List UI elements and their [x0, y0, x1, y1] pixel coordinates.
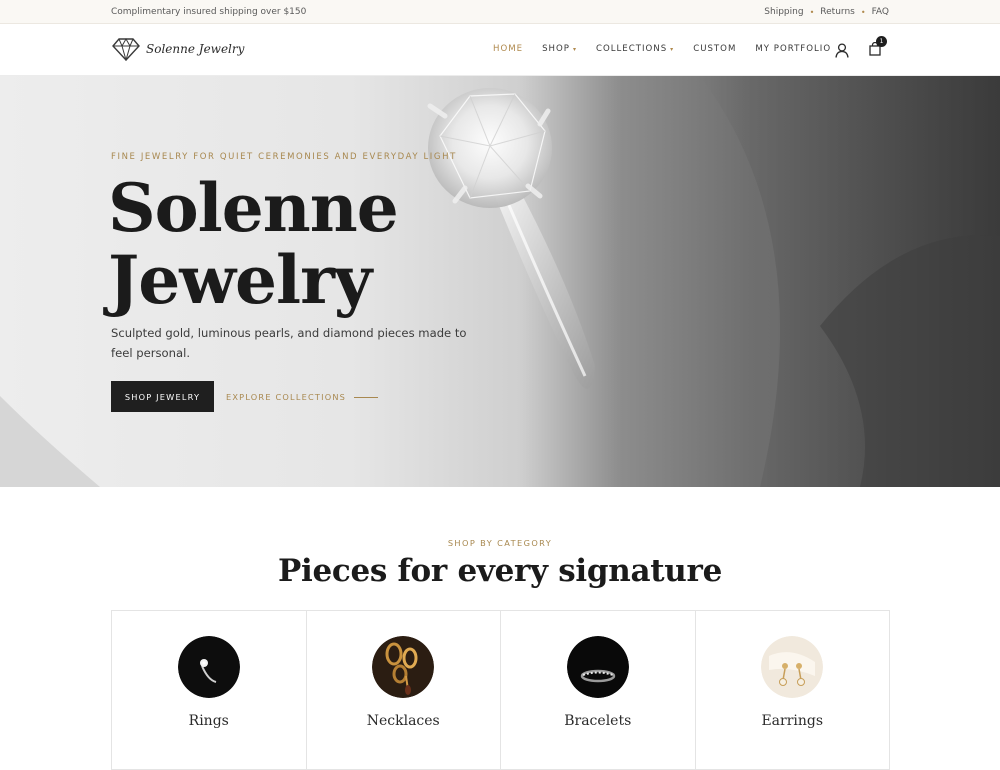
returns-link[interactable]: Returns — [820, 7, 855, 17]
brand-name: Solenne Jewelry — [146, 42, 245, 56]
category-label: Bracelets — [564, 713, 632, 729]
utility-links: Shipping • Returns • FAQ — [764, 7, 889, 17]
category-section-title: Pieces for every signature — [277, 553, 723, 589]
earrings-thumbnail — [761, 636, 824, 698]
category-card-earrings[interactable]: Earrings — [696, 611, 890, 769]
category-label: Rings — [188, 713, 229, 729]
main-nav: HOME SHOP ▾ COLLECTIONS ▾ CUSTOM MY PORTFO… — [493, 44, 831, 54]
separator: • — [860, 7, 866, 17]
explore-collections-link[interactable]: EXPLORE COLLECTIONS — [226, 392, 379, 402]
shop-jewelry-button[interactable]: SHOP JEWELRY — [111, 381, 214, 412]
cart-button[interactable]: 1 — [869, 36, 887, 60]
category-grid: Rings Necklaces Bracelets Earrings — [111, 610, 890, 770]
site-header: Solenne Jewelry HOME SHOP ▾ COLLECTIONS ▾ … — [0, 24, 1000, 76]
bracelets-thumbnail — [566, 636, 629, 698]
shipping-link[interactable]: Shipping — [764, 7, 803, 17]
category-label: Necklaces — [366, 713, 440, 729]
nav-my-portfolio[interactable]: MY PORTFOLIO — [755, 44, 831, 54]
diamond-icon — [112, 37, 140, 61]
necklaces-thumbnail — [372, 636, 435, 698]
nav-shop-label: SHOP — [542, 44, 570, 54]
user-icon[interactable] — [835, 43, 849, 58]
rings-thumbnail — [177, 636, 240, 698]
category-card-bracelets[interactable]: Bracelets — [501, 611, 696, 769]
nav-home[interactable]: HOME — [493, 44, 523, 54]
nav-custom[interactable]: CUSTOM — [693, 44, 736, 54]
header-actions: 1 — [835, 36, 887, 60]
category-eyebrow: SHOP BY CATEGORY — [447, 538, 553, 548]
cart-count-badge: 1 — [876, 36, 887, 47]
nav-shop[interactable]: SHOP ▾ — [542, 44, 577, 54]
nav-collections-label: COLLECTIONS — [595, 44, 668, 54]
brand-logo[interactable]: Solenne Jewelry — [112, 37, 244, 61]
separator: • — [809, 7, 815, 17]
category-card-necklaces[interactable]: Necklaces — [307, 611, 501, 769]
chevron-down-icon: ▾ — [670, 46, 675, 53]
announcement-bar: Complimentary insured shipping over $150… — [0, 0, 1000, 24]
arrow-line-icon — [354, 396, 379, 398]
hero-title-line-1: Solenne — [108, 169, 399, 247]
nav-collections[interactable]: COLLECTIONS ▾ — [596, 44, 674, 54]
shipping-note: Complimentary insured shipping over $150 — [111, 7, 307, 17]
category-card-rings[interactable]: Rings — [112, 611, 307, 769]
category-label: Earrings — [761, 713, 824, 729]
explore-collections-label: EXPLORE COLLECTIONS — [226, 392, 347, 402]
hero-subtitle: Sculpted gold, luminous pearls, and diam… — [111, 326, 467, 360]
hero-eyebrow: FINE JEWELRY FOR QUIET CEREMONIES AND EV… — [111, 152, 457, 162]
hero-banner: FINE JEWELRY FOR QUIET CEREMONIES AND EV… — [0, 76, 1000, 487]
chevron-down-icon: ▾ — [572, 46, 577, 53]
hero-title: Solenne Jewelry — [108, 169, 399, 319]
hero-title-line-2: Jewelry — [108, 241, 372, 319]
faq-link[interactable]: FAQ — [872, 7, 889, 17]
